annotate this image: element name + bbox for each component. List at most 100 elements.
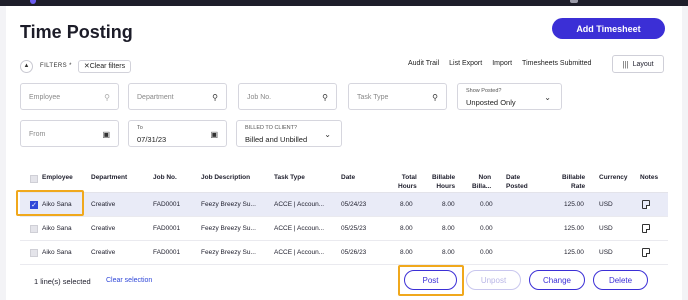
department-placeholder: Department	[137, 94, 174, 101]
notes-icon[interactable]	[642, 224, 650, 233]
cell-task-type: ACCE | Accoun...	[274, 225, 325, 232]
timesheets-submitted-link[interactable]: Timesheets Submitted	[522, 60, 591, 67]
col-billable-hours-l1: Billable	[432, 174, 456, 181]
cell-total-hours: 8.00	[400, 249, 413, 256]
filters-label: FILTERS *	[40, 63, 72, 69]
billed-value: Billed and Unbilled	[245, 135, 308, 144]
col-total-hours-l1: Total	[401, 174, 417, 181]
cell-date: 05/24/23	[341, 201, 367, 208]
search-icon: ⚲	[432, 93, 438, 102]
cell-total-hours: 8.00	[400, 201, 413, 208]
col-employee[interactable]: Employee	[42, 173, 73, 182]
cell-job-no: FAD0001	[153, 249, 181, 256]
col-total-hours[interactable]: Total Hours	[398, 173, 417, 191]
post-button-highlight	[398, 265, 464, 296]
cell-currency: USD	[599, 225, 613, 232]
list-export-link[interactable]: List Export	[449, 60, 482, 67]
task-type-filter[interactable]: Task Type ⚲	[348, 83, 447, 110]
app-logo-icon	[30, 0, 36, 4]
search-icon: ⚲	[322, 93, 328, 102]
row-checkbox[interactable]	[30, 249, 38, 257]
show-posted-value: Unposted Only	[466, 98, 516, 107]
delete-button[interactable]: Delete	[593, 270, 648, 290]
cell-department: Creative	[91, 249, 116, 256]
show-posted-label: Show Posted?	[466, 88, 502, 94]
cell-total-hours: 8.00	[400, 225, 413, 232]
cell-date: 05/25/23	[341, 225, 367, 232]
department-filter[interactable]: Department ⚲	[128, 83, 227, 110]
to-date-value: 07/31/23	[137, 135, 167, 144]
from-date-field[interactable]: From ▣	[20, 120, 119, 147]
billed-label: BILLED TO CLIENT?	[245, 125, 298, 131]
unpost-button[interactable]: Unpost	[466, 270, 521, 290]
col-currency[interactable]: Currency	[599, 173, 628, 182]
employee-cell-highlight	[16, 190, 84, 216]
calendar-icon: ▣	[210, 130, 218, 139]
select-all-checkbox[interactable]	[30, 175, 38, 183]
collapse-filters-button[interactable]: ▲	[20, 59, 33, 73]
employee-placeholder: Employee	[29, 94, 61, 101]
col-task-type[interactable]: Task Type	[274, 173, 305, 182]
col-non-billable-l1: Non	[478, 174, 492, 181]
show-posted-select[interactable]: Show Posted? Unposted Only ⌄	[457, 83, 562, 110]
clear-filters-button[interactable]: ✕Clear filters	[77, 59, 132, 73]
filter-bar: ▲ FILTERS * ✕Clear filters	[20, 58, 132, 74]
cell-task-type: ACCE | Accoun...	[274, 249, 325, 256]
row-checkbox[interactable]	[30, 225, 38, 233]
col-billable-rate-l1: Billable	[562, 174, 586, 181]
col-department[interactable]: Department	[91, 173, 127, 182]
import-link[interactable]: Import	[492, 60, 512, 67]
change-button[interactable]: Change	[529, 270, 585, 290]
job-no-filter[interactable]: Job No. ⚲	[238, 83, 337, 110]
cell-non-billable: 0.00	[480, 249, 493, 256]
time-posting-panel: Time Posting Add Timesheet ▲ FILTERS * ✕…	[6, 6, 682, 300]
col-date-posted[interactable]: Date Posted	[506, 173, 528, 191]
cell-job-description: Feezy Breezy Su...	[201, 201, 256, 208]
col-date[interactable]: Date	[341, 173, 355, 182]
task-type-placeholder: Task Type	[357, 94, 389, 101]
cell-billable-hours: 8.00	[442, 225, 455, 232]
add-timesheet-button[interactable]: Add Timesheet	[552, 18, 665, 39]
col-non-billable[interactable]: Non Billa...	[472, 173, 491, 191]
table-row[interactable]: Aiko Sana Creative FAD0001 Feezy Breezy …	[20, 217, 668, 241]
audit-trail-link[interactable]: Audit Trail	[408, 60, 439, 67]
col-notes[interactable]: Notes	[640, 173, 658, 182]
col-billable-rate[interactable]: Billable Rate	[562, 173, 585, 191]
col-billable-hours-l2: Hours	[436, 183, 456, 190]
cell-non-billable: 0.00	[480, 225, 493, 232]
notes-icon[interactable]	[642, 248, 650, 257]
cell-job-no: FAD0001	[153, 201, 181, 208]
cell-employee: Aiko Sana	[42, 225, 72, 232]
cell-employee: Aiko Sana	[42, 249, 72, 256]
window-control-icon	[570, 0, 578, 3]
employee-filter[interactable]: Employee ⚲	[20, 83, 119, 110]
chevron-down-icon: ⌄	[324, 130, 331, 139]
columns-icon: |||	[622, 59, 629, 69]
chevron-down-icon: ⌄	[544, 93, 551, 102]
col-billable-rate-l2: Rate	[571, 183, 586, 190]
col-job-description[interactable]: Job Description	[201, 173, 250, 182]
chevron-up-icon: ▲	[23, 63, 30, 69]
notes-icon[interactable]	[642, 200, 650, 209]
col-billable-hours[interactable]: Billable Hours	[432, 173, 455, 191]
clear-selection-link[interactable]: Clear selection	[106, 277, 152, 284]
cell-billable-rate: 125.00	[564, 201, 584, 208]
job-no-placeholder: Job No.	[247, 94, 272, 101]
to-date-field[interactable]: To 07/31/23 ▣	[128, 120, 227, 147]
cell-billable-rate: 125.00	[564, 225, 584, 232]
cell-department: Creative	[91, 225, 116, 232]
layout-button[interactable]: ||| Layout	[612, 55, 664, 73]
cell-currency: USD	[599, 201, 613, 208]
cell-billable-rate: 125.00	[564, 249, 584, 256]
table-row[interactable]: ✓ Aiko Sana Creative FAD0001 Feezy Breez…	[20, 193, 668, 217]
table-row[interactable]: Aiko Sana Creative FAD0001 Feezy Breezy …	[20, 241, 668, 265]
col-date-posted-l1: Date	[506, 174, 521, 181]
table-header: Employee Department Job No. Job Descript…	[20, 164, 668, 193]
cell-billable-hours: 8.00	[442, 249, 455, 256]
cell-non-billable: 0.00	[480, 201, 493, 208]
cell-department: Creative	[91, 201, 116, 208]
cell-job-description: Feezy Breezy Su...	[201, 249, 256, 256]
col-job-no[interactable]: Job No.	[153, 173, 177, 182]
from-placeholder: From	[29, 131, 46, 138]
billed-to-client-select[interactable]: BILLED TO CLIENT? Billed and Unbilled ⌄	[236, 120, 342, 147]
